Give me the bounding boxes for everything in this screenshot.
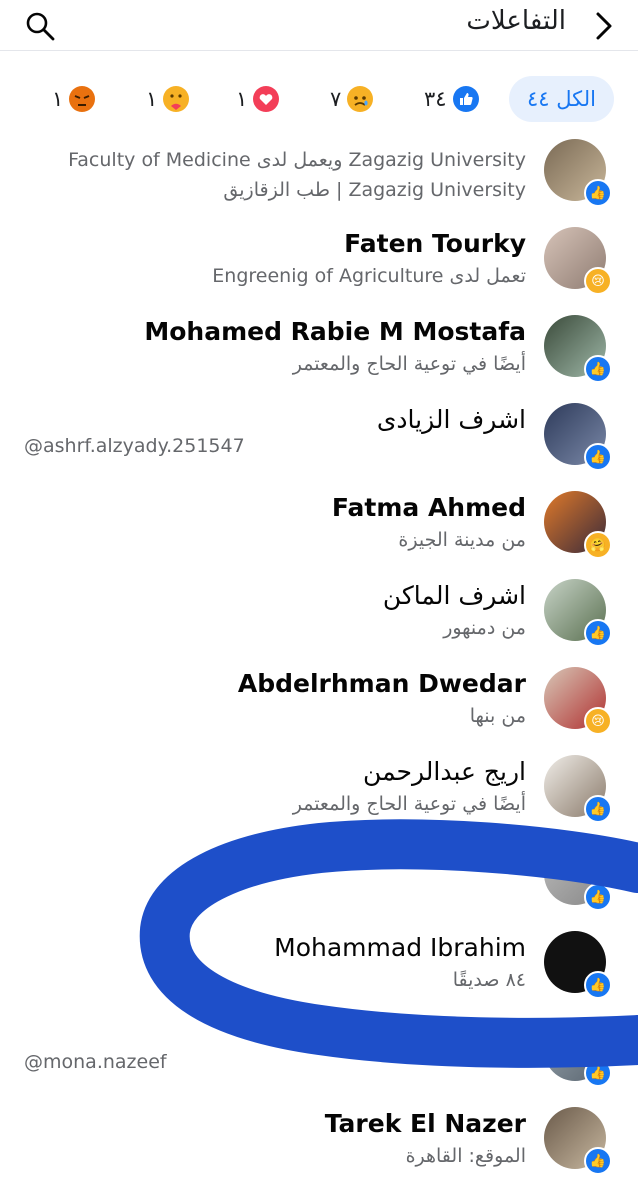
list-item[interactable]: 👍 @mona.nazeef bbox=[0, 1013, 638, 1101]
tab-angry[interactable]: ١ bbox=[52, 76, 96, 122]
person-subtitle: تعمل لدى Engreenig of Agriculture bbox=[212, 265, 526, 287]
tab-count: ٧ bbox=[330, 87, 342, 111]
person-subtitle: أيضًا في توعية الحاج والمعتمر bbox=[292, 353, 526, 375]
search-button[interactable] bbox=[24, 10, 56, 42]
list-item[interactable]: 👍 اشرف الزيادى @ashrf.alzyady.251547 bbox=[0, 397, 638, 485]
like-icon: 👍 bbox=[584, 883, 612, 911]
like-icon: 👍 bbox=[584, 355, 612, 383]
like-icon: 👍 bbox=[584, 1147, 612, 1175]
list-item[interactable]: 👍 Mohamed Rabie M Mostafa أيضًا في توعية… bbox=[0, 309, 638, 397]
person-subtitle: Zagazig University | طب الزقازيق bbox=[223, 179, 526, 201]
like-icon: 👍 bbox=[584, 795, 612, 823]
person-subtitle: الموقع: القاهرة bbox=[405, 1145, 526, 1167]
top-bar: التفاعلات bbox=[0, 0, 638, 51]
like-icon: 👍 bbox=[584, 443, 612, 471]
page-title: التفاعلات bbox=[466, 6, 566, 36]
person-name: Tarek El Nazer bbox=[324, 1109, 526, 1138]
person-name: Abdelrhman Dwedar bbox=[237, 669, 526, 698]
person-name: اشرف الماكن bbox=[382, 581, 526, 610]
reactions-list: 👍 Zagazig University ويعمل لدى Faculty o… bbox=[0, 125, 638, 1200]
tab-count: ١ bbox=[52, 87, 64, 111]
chevron-right-icon bbox=[596, 12, 612, 40]
list-item[interactable]: 👍 اشرف الماكن من دمنهور bbox=[0, 573, 638, 661]
like-icon: 👍 bbox=[584, 971, 612, 999]
person-name: اشرف الزيادى bbox=[376, 405, 526, 434]
list-item[interactable]: 👍 Zagazig University ويعمل لدى Faculty o… bbox=[0, 133, 638, 219]
person-name: Faten Tourky bbox=[344, 229, 526, 258]
person-subtitle: من مدينة الجيزة bbox=[398, 529, 526, 551]
tab-love[interactable]: ١ bbox=[236, 76, 280, 122]
back-button[interactable] bbox=[592, 10, 618, 42]
person-name: Mohammad Ibrahim bbox=[274, 933, 526, 962]
list-item[interactable]: 😢 Faten Tourky تعمل لدى Engreenig of Agr… bbox=[0, 221, 638, 309]
list-item[interactable]: 👍 اريج عبدالرحمن أيضًا في توعية الحاج وا… bbox=[0, 749, 638, 837]
list-item[interactable]: 🤗 Fatma Ahmed من مدينة الجيزة bbox=[0, 485, 638, 573]
tab-care[interactable]: ١ bbox=[146, 76, 190, 122]
tab-like[interactable]: ٣٤ bbox=[424, 76, 479, 122]
sad-icon bbox=[347, 86, 374, 112]
tab-count: ١ bbox=[236, 87, 248, 111]
list-item[interactable]: 👍 Tarek El Nazer الموقع: القاهرة bbox=[0, 1101, 638, 1189]
like-icon bbox=[452, 86, 479, 112]
person-subtitle: من بنها bbox=[469, 705, 526, 727]
list-item[interactable]: 😢 Abdelrhman Dwedar من بنها bbox=[0, 661, 638, 749]
sad-icon: 😢 bbox=[584, 707, 612, 735]
like-icon: 👍 bbox=[584, 179, 612, 207]
angry-icon bbox=[69, 86, 96, 112]
list-item[interactable]: 👍 bbox=[0, 837, 638, 925]
reaction-tabs: الكل ٤٤ ٣٤ ٧ ١ ١ ١ bbox=[0, 72, 638, 122]
person-subtitle: Zagazig University ويعمل لدى Faculty of … bbox=[68, 149, 526, 171]
like-icon: 👍 bbox=[584, 1059, 612, 1087]
person-name: اريج عبدالرحمن bbox=[363, 757, 526, 786]
sad-icon: 😢 bbox=[584, 267, 612, 295]
person-name: Fatma Ahmed bbox=[331, 493, 526, 522]
username-handle: @ashrf.alzyady.251547 bbox=[24, 435, 245, 457]
tab-count: ٣٤ bbox=[424, 87, 447, 111]
love-icon bbox=[253, 86, 280, 112]
tab-label: الكل ٤٤ bbox=[527, 87, 596, 111]
tab-all[interactable]: الكل ٤٤ bbox=[509, 76, 614, 122]
like-icon: 👍 bbox=[584, 619, 612, 647]
person-subtitle: من دمنهور bbox=[443, 617, 526, 639]
list-item[interactable]: 👍 Mohammad Ibrahim ٨٤ صديقًا bbox=[0, 925, 638, 1013]
person-name: Mohamed Rabie M Mostafa bbox=[144, 317, 526, 346]
search-icon bbox=[26, 12, 55, 41]
care-icon bbox=[163, 86, 190, 112]
tab-sad[interactable]: ٧ bbox=[330, 76, 374, 122]
person-subtitle: أيضًا في توعية الحاج والمعتمر bbox=[292, 793, 526, 815]
tab-count: ١ bbox=[146, 87, 158, 111]
care-icon: 🤗 bbox=[584, 531, 612, 559]
username-handle: @mona.nazeef bbox=[24, 1051, 167, 1073]
person-subtitle: ٨٤ صديقًا bbox=[452, 969, 526, 991]
